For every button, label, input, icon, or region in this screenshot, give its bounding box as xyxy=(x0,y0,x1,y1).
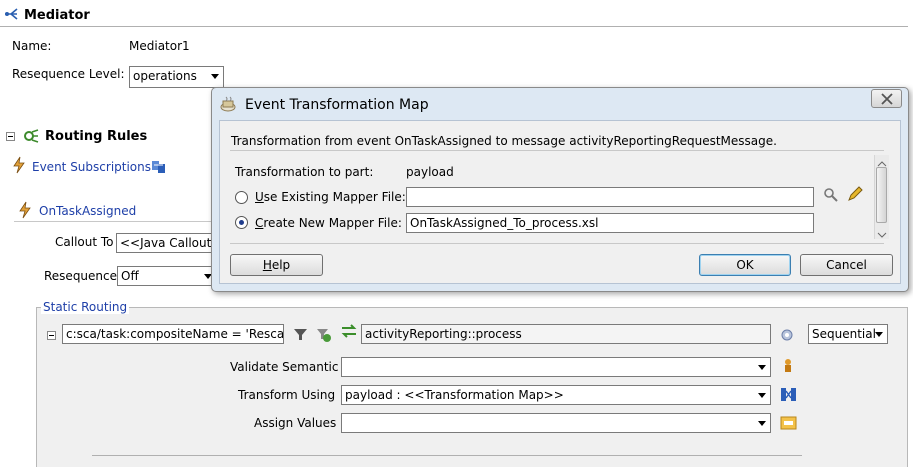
name-value: Mediator1 xyxy=(129,39,190,53)
dialog-close-button[interactable] xyxy=(871,89,902,108)
event-subscriptions-edit-icon[interactable] xyxy=(151,158,167,177)
event-name-link[interactable]: OnTaskAssigned xyxy=(39,204,136,218)
create-new-label: Create New Mapper File: xyxy=(255,216,402,230)
coffee-cup-icon xyxy=(220,96,238,115)
help-button[interactable]: Help xyxy=(230,254,323,276)
transformation-part-value: payload xyxy=(406,165,454,179)
resequence-value: Off xyxy=(121,269,139,283)
callout-value: <<Java Callout xyxy=(120,236,212,250)
execution-mode-value: Sequential xyxy=(812,327,876,341)
event-divider xyxy=(14,221,214,222)
description-divider xyxy=(230,150,884,151)
assign-values-label: Assign Values xyxy=(254,416,337,430)
assign-values-select[interactable] xyxy=(341,413,771,433)
chevron-down-icon xyxy=(211,74,219,79)
search-icon[interactable] xyxy=(823,187,839,206)
existing-mapper-file-field[interactable] xyxy=(406,187,814,207)
target-value: activityReporting::process xyxy=(365,327,522,341)
dialog-client-area: Transformation from event OnTaskAssigned… xyxy=(219,120,901,284)
transform-map-icon[interactable] xyxy=(780,386,797,406)
chevron-down-icon[interactable] xyxy=(877,228,887,242)
validate-semantic-select[interactable] xyxy=(341,357,771,377)
resequence-level-label: Resequence Level: xyxy=(12,67,125,81)
static-rule-collapse-toggle[interactable] xyxy=(47,331,56,340)
routing-rules-icon xyxy=(23,128,40,147)
buttons-divider xyxy=(230,243,884,244)
routing-collapse-toggle[interactable] xyxy=(6,132,15,141)
chevron-down-icon xyxy=(875,332,883,337)
cancel-button[interactable]: Cancel xyxy=(800,254,893,276)
target-field: activityReporting::process xyxy=(361,324,771,344)
resequence-select[interactable]: Off xyxy=(117,266,217,286)
resequence-level-value: operations xyxy=(133,69,197,83)
validate-icon[interactable] xyxy=(781,358,795,378)
filter-icon[interactable] xyxy=(293,327,308,345)
resequence-label: Resequence xyxy=(44,269,118,283)
chevron-down-icon xyxy=(758,365,766,370)
static-routing-label: Static Routing xyxy=(41,300,130,314)
resequence-level-select[interactable]: operations xyxy=(129,66,224,88)
gear-icon[interactable] xyxy=(779,327,795,346)
lightning-icon xyxy=(18,201,32,222)
chevron-down-icon xyxy=(758,393,766,398)
transformation-part-label: Transformation to part: xyxy=(235,165,374,179)
filter-expression-field[interactable]: c:sca/task:compositeName = 'Rescan' xyxy=(62,324,284,344)
mediator-icon xyxy=(4,7,20,24)
transform-using-select[interactable]: payload : <<Transformation Map>> xyxy=(341,385,771,405)
new-mapper-file-value: OnTaskAssigned_To_process.xsl xyxy=(410,216,599,230)
filter-clear-icon[interactable] xyxy=(316,327,332,346)
mediator-header: Mediator xyxy=(0,0,908,27)
callout-label: Callout To xyxy=(55,235,114,249)
pencil-icon[interactable] xyxy=(847,186,863,205)
transform-arrows-icon[interactable] xyxy=(340,323,358,342)
use-existing-label: Use Existing Mapper File: xyxy=(255,190,406,204)
validate-semantic-label: Validate Semantic xyxy=(230,360,339,374)
routing-rules-title: Routing Rules xyxy=(45,129,148,144)
chevron-down-icon xyxy=(758,421,766,426)
event-subscriptions-link[interactable]: Event Subscriptions xyxy=(32,160,151,174)
transform-using-label: Transform Using xyxy=(238,388,336,402)
assign-icon[interactable] xyxy=(780,415,797,434)
dialog-title: Event Transformation Map xyxy=(245,97,429,113)
use-existing-radio[interactable] xyxy=(235,191,248,204)
dialog-description: Transformation from event OnTaskAssigned… xyxy=(231,134,777,148)
ok-button[interactable]: OK xyxy=(699,254,791,276)
create-new-radio[interactable] xyxy=(235,216,248,229)
ok-label: OK xyxy=(736,258,754,272)
close-icon xyxy=(881,93,893,108)
execution-mode-select[interactable]: Sequential xyxy=(808,324,888,344)
filter-expression-value: c:sca/task:compositeName = 'Rescan' xyxy=(66,327,284,341)
name-label: Name: xyxy=(12,39,52,53)
cancel-label: Cancel xyxy=(826,258,867,272)
transformation-dialog: Event Transformation Map Transformation … xyxy=(211,87,909,292)
lightning-icon xyxy=(12,156,26,177)
mediator-title: Mediator xyxy=(24,8,90,23)
transform-using-value: payload : <<Transformation Map>> xyxy=(345,388,564,402)
scrollbar-thumb[interactable] xyxy=(876,167,887,223)
panel-divider xyxy=(92,455,802,456)
vertical-scrollbar[interactable] xyxy=(874,155,889,239)
callout-field[interactable]: <<Java Callout xyxy=(116,233,216,253)
new-mapper-file-field[interactable]: OnTaskAssigned_To_process.xsl xyxy=(406,213,814,233)
